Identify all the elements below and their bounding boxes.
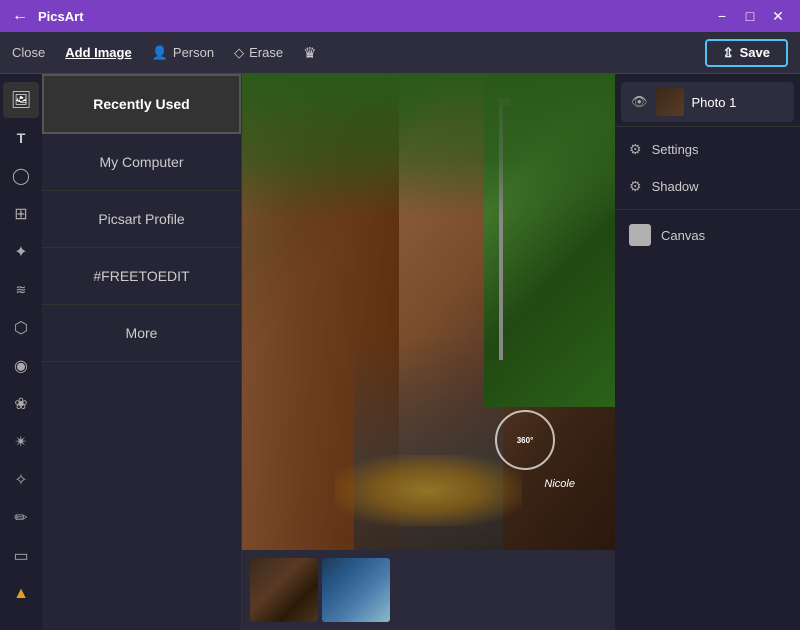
close-label[interactable]: Close: [12, 45, 45, 60]
canvas-image: 360° Nicole: [242, 74, 615, 550]
shadow-label: Shadow: [652, 179, 699, 194]
settings-label: Settings: [652, 142, 699, 157]
sidebar-icon-retouch[interactable]: ✏: [3, 500, 39, 536]
main-area: 🖼 T ◯ ⊞ ✦ ≋ ⬡ ◉ ❀ ✴ ✧ ✏ ▭ ▲ Recently Use…: [0, 74, 800, 630]
sidebar-icon-effects[interactable]: ✦: [3, 234, 39, 270]
toolbar: Close Add Image 👤 Person ◇ Erase ♛ ⇫ Sav…: [0, 32, 800, 74]
title-bar: ← PicsArt − □ ✕: [0, 0, 800, 32]
sidebar-icon-crop[interactable]: ▭: [3, 538, 39, 574]
canvas-area: 360° Nicole: [242, 74, 615, 630]
person-icon: 👤: [152, 45, 168, 61]
sidebar-icon-image[interactable]: 🖼: [3, 82, 39, 118]
sidebar-icon-filter[interactable]: ⬡: [3, 310, 39, 346]
panel-item-recently-used[interactable]: Recently Used: [42, 74, 241, 134]
save-label: Save: [740, 45, 770, 60]
layer-thumbnail: [656, 88, 684, 116]
layer-visibility-icon[interactable]: 👁: [631, 94, 648, 110]
right-panel: 👁 Photo 1 ⚙ Settings ⚙ Shadow Canvas: [615, 74, 800, 630]
sidebar-icon-brush[interactable]: ◯: [3, 158, 39, 194]
divider-1: [615, 126, 800, 127]
add-image-panel: Recently Used My Computer Picsart Profil…: [42, 74, 242, 630]
thumbnail-1[interactable]: [250, 558, 318, 622]
add-image-button[interactable]: Add Image: [65, 45, 131, 60]
erase-label: Erase: [249, 45, 283, 60]
settings-item[interactable]: ⚙ Settings: [615, 131, 800, 168]
thumbnail-strip: [242, 550, 615, 630]
panel-item-more[interactable]: More: [42, 305, 241, 362]
canvas-item[interactable]: Canvas: [615, 214, 800, 256]
sidebar-icon-award[interactable]: ▲: [3, 576, 39, 612]
canvas-label: Canvas: [661, 228, 705, 243]
sidebar-icon-blend[interactable]: ❀: [3, 386, 39, 422]
thumbnail-2[interactable]: [322, 558, 390, 622]
sidebar-icon-sticker[interactable]: ⊞: [3, 196, 39, 232]
layer-name: Photo 1: [692, 95, 737, 110]
sidebar-icon-text[interactable]: T: [3, 120, 39, 156]
panel-item-picsart-profile[interactable]: Picsart Profile: [42, 191, 241, 248]
settings-icon: ⚙: [629, 141, 642, 158]
canvas-name-overlay: Nicole: [544, 478, 575, 490]
close-button[interactable]: ✕: [768, 8, 788, 25]
canvas-color-swatch: [629, 224, 651, 246]
shadow-item[interactable]: ⚙ Shadow: [615, 168, 800, 205]
back-button[interactable]: ←: [12, 7, 28, 25]
canvas-360-overlay: 360°: [495, 410, 555, 470]
person-tool[interactable]: 👤 Person: [152, 45, 214, 61]
sidebar-icon-sparkle[interactable]: ✧: [3, 462, 39, 498]
sidebar-icon-adjust[interactable]: ≋: [3, 272, 39, 308]
app-title: PicsArt: [38, 9, 84, 24]
sidebar-icon-face[interactable]: ◉: [3, 348, 39, 384]
erase-icon: ◇: [234, 45, 244, 61]
canvas-main[interactable]: 360° Nicole: [242, 74, 615, 550]
panel-item-free-to-edit[interactable]: #FREETOEDIT: [42, 248, 241, 305]
divider-2: [615, 209, 800, 210]
save-button[interactable]: ⇫ Save: [705, 39, 788, 67]
shadow-icon: ⚙: [629, 178, 642, 195]
person-label: Person: [173, 45, 214, 60]
sidebar-icon-magic[interactable]: ✴: [3, 424, 39, 460]
window-controls: − □ ✕: [712, 8, 788, 25]
panel-item-my-computer[interactable]: My Computer: [42, 134, 241, 191]
layer-item[interactable]: 👁 Photo 1: [621, 82, 794, 122]
minimize-button[interactable]: −: [712, 8, 732, 25]
sidebar-icons: 🖼 T ◯ ⊞ ✦ ≋ ⬡ ◉ ❀ ✴ ✧ ✏ ▭ ▲: [0, 74, 42, 630]
maximize-button[interactable]: □: [740, 8, 760, 25]
crown-icon[interactable]: ♛: [303, 44, 316, 62]
erase-tool[interactable]: ◇ Erase: [234, 45, 283, 61]
save-icon: ⇫: [723, 45, 734, 61]
